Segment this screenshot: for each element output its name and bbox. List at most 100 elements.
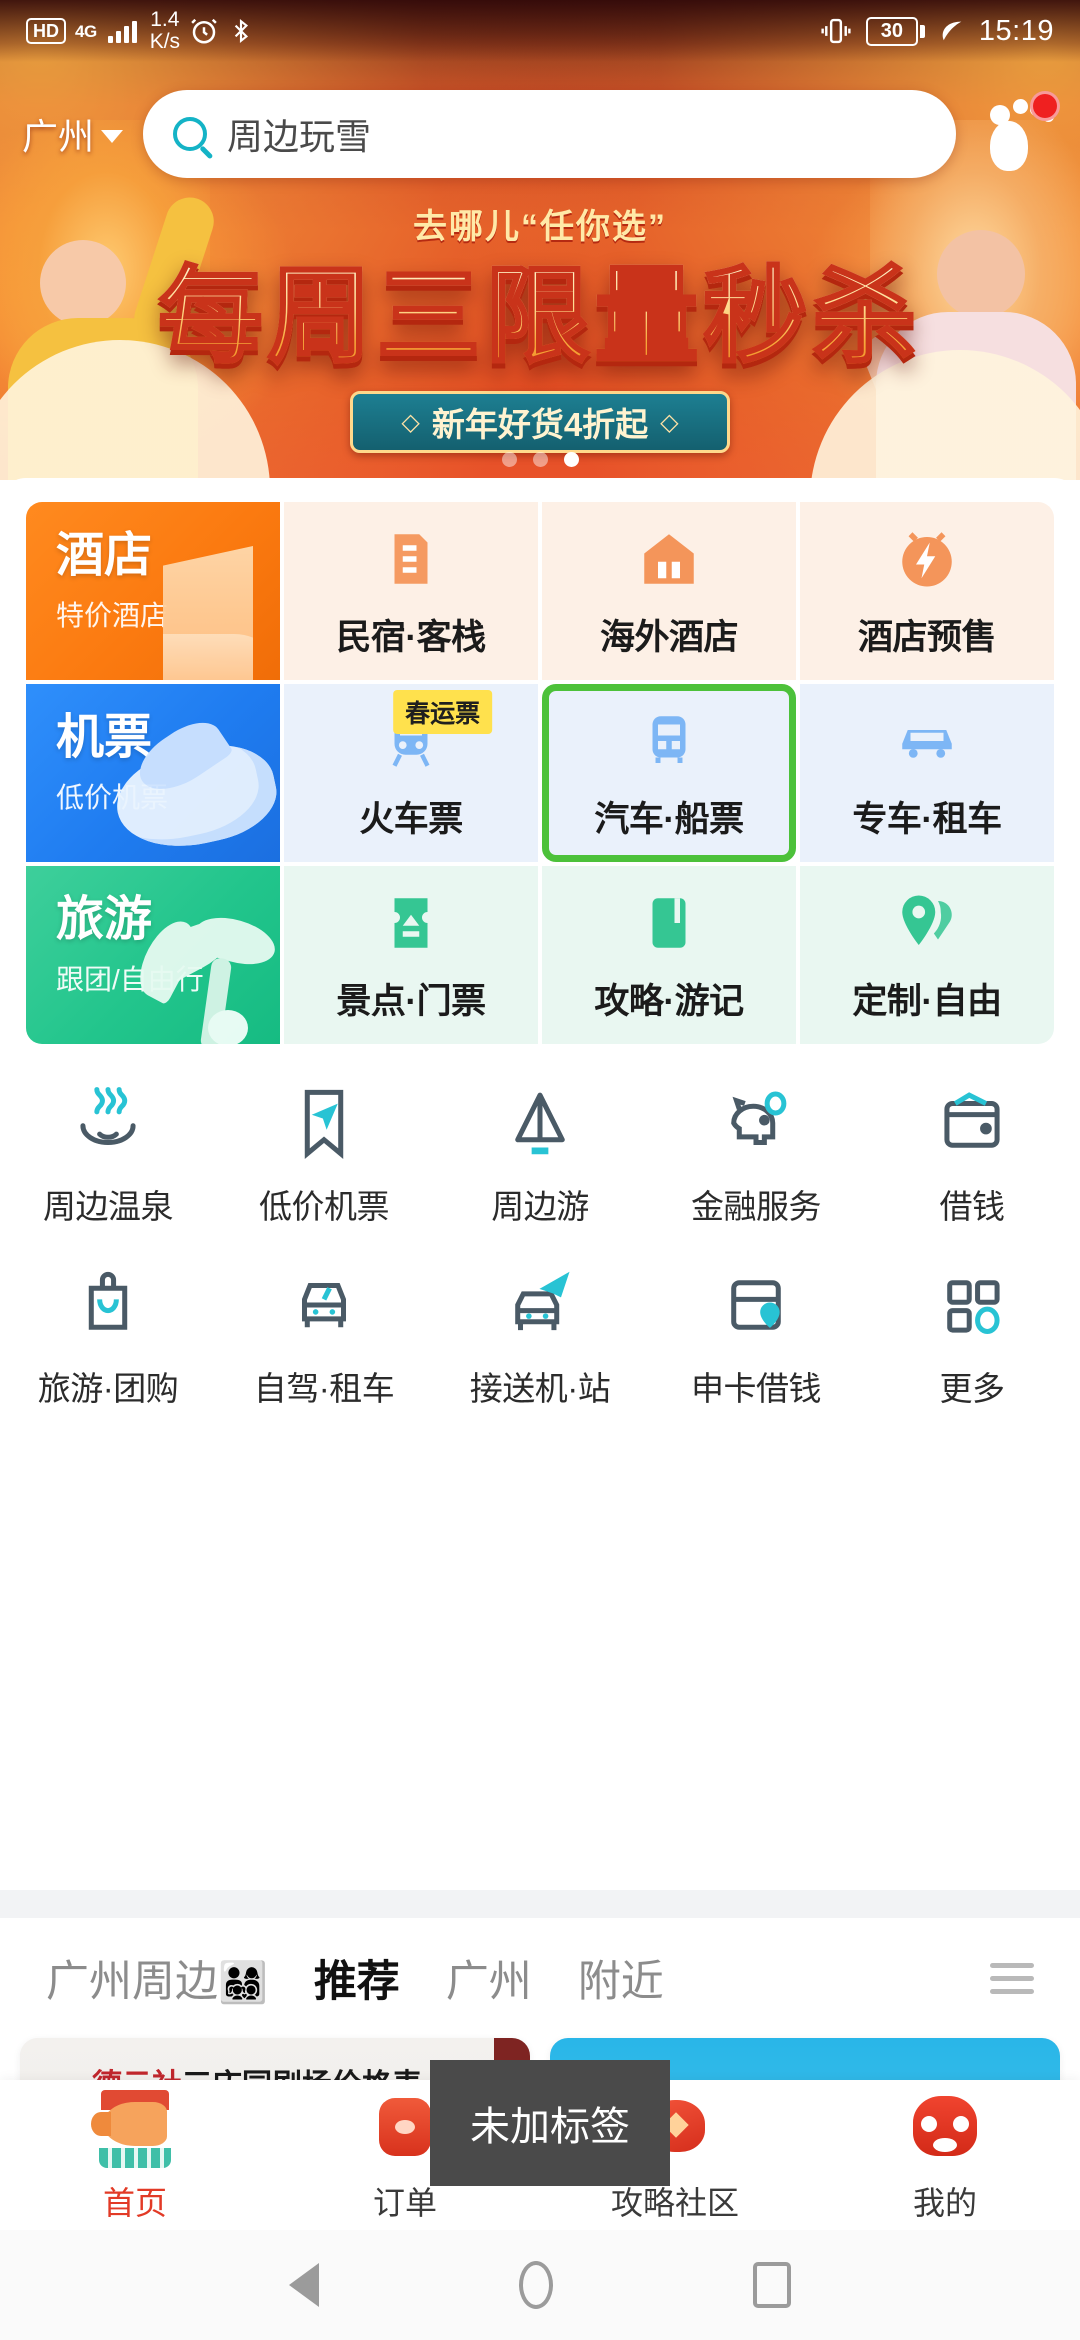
flash-sale-icon: [891, 523, 963, 595]
quick-link-more[interactable]: 更多: [864, 1266, 1080, 1410]
network-type: 4G: [75, 21, 97, 41]
car-icon: [891, 705, 963, 777]
grid-cell-train-ticket[interactable]: 春运票 火车票: [284, 684, 538, 862]
building-icon: [136, 546, 280, 680]
service-grid: 酒店 特价酒店 民宿·客栈 海外酒店 酒店预售 机票 低价机票 春运票 火车票 …: [26, 502, 1054, 1044]
airport-transfer-icon: [501, 1266, 579, 1344]
grid-cell-guide-travelogue[interactable]: 攻略·游记: [542, 866, 796, 1044]
rental-car-icon: [285, 1266, 363, 1344]
quick-link-label: 金融服务: [691, 1188, 822, 1225]
promo-banner[interactable]: 去哪儿“任你选” 每周三限量秒杀 ◇ 新年好货4折起 ◇: [0, 0, 1080, 480]
grid-cell-label: 汽车·船票: [594, 799, 744, 839]
grid-cell-bus-boat-ticket[interactable]: 汽车·船票: [542, 684, 796, 862]
recents-icon[interactable]: [753, 2262, 791, 2308]
banner-dot-1[interactable]: [501, 452, 517, 467]
home-icon[interactable]: [519, 2261, 553, 2309]
quick-link-label: 自驾·租车: [253, 1370, 395, 1407]
battery-indicator: 30: [865, 16, 925, 46]
back-icon[interactable]: [289, 2263, 319, 2307]
book-icon: [633, 887, 705, 959]
quick-link-financial-service[interactable]: 金融服务: [648, 1084, 864, 1228]
grid-cell-custom-free[interactable]: 定制·自由: [800, 866, 1054, 1044]
status-bar: HD 4G 1.4 K/s 30 15:19: [0, 0, 1080, 62]
signal-bars-icon: [107, 19, 137, 43]
bottom-nav-profile[interactable]: 我的: [810, 2086, 1080, 2224]
grid-cell-guesthouse[interactable]: 民宿·客栈: [284, 502, 538, 680]
data-rate-indicator: 1.4 K/s: [149, 7, 181, 53]
mountain-icon: [501, 1084, 579, 1162]
home-fish-icon: [89, 2086, 181, 2172]
content-sheet: 酒店 特价酒店 民宿·客栈 海外酒店 酒店预售 机票 低价机票 春运票 火车票 …: [0, 478, 1080, 2080]
app-screen: 去哪儿“任你选” 每周三限量秒杀 ◇ 新年好货4折起 ◇ HD 4G 1.4 K…: [0, 0, 1080, 2340]
palm-tree-icon: [129, 909, 280, 1044]
tab-guangzhou[interactable]: 广州: [446, 1947, 532, 2009]
quick-link-cheap-flight[interactable]: 低价机票: [216, 1084, 432, 1228]
quick-link-airport-transfer[interactable]: 接送机·站: [432, 1266, 648, 1410]
banner-text: 去哪儿“任你选” 每周三限量秒杀 ◇ 新年好货4折起 ◇: [0, 196, 1080, 454]
grid-cell-attraction-ticket[interactable]: 景点·门票: [284, 866, 538, 1044]
flight-bookmark-icon: [285, 1084, 363, 1162]
footprint-icon[interactable]: [972, 91, 1060, 177]
location-pin-icon: [891, 887, 963, 959]
hot-spring-icon: [69, 1084, 147, 1162]
banner-cta[interactable]: ◇ 新年好货4折起 ◇: [350, 391, 730, 454]
bottom-nav-home[interactable]: 首页: [0, 2086, 270, 2224]
train-badge: 春运票: [393, 690, 493, 734]
bluetooth-icon: [228, 16, 254, 46]
status-clock: 15:19: [978, 14, 1054, 47]
banner-pagination[interactable]: [0, 452, 1080, 467]
quick-link-label: 低价机票: [259, 1188, 390, 1225]
quick-link-hot-spring[interactable]: 周边温泉: [0, 1084, 216, 1228]
bus-icon: [633, 705, 705, 777]
grid-tile-flight[interactable]: 机票 低价机票: [26, 684, 280, 862]
grid-cell-label: 景点·门票: [336, 981, 486, 1021]
quick-link-nearby-tour[interactable]: 周边游: [432, 1084, 648, 1228]
chevron-down-icon: [101, 130, 124, 143]
tab-guangzhou-nearby[interactable]: 广州周边👨‍👩‍👧‍👦: [46, 1947, 268, 2009]
city-label: 广州: [22, 116, 95, 157]
search-query-text: 周边玩雪: [227, 116, 372, 157]
poster-title-red: 德云社: [92, 2069, 182, 2080]
quick-link-credit-card[interactable]: 申卡借钱: [648, 1266, 864, 1410]
grid-cell-label: 民宿·客栈: [336, 617, 486, 657]
wallet-icon: [933, 1084, 1011, 1162]
ticket-icon: [375, 887, 447, 959]
feed-tab-bar: 广州周边👨‍👩‍👧‍👦 推荐 广州 附近: [0, 1918, 1080, 2038]
quick-link-label: 更多: [939, 1370, 1006, 1407]
piggy-bank-icon: [717, 1084, 795, 1162]
grid-cell-overseas-hotel[interactable]: 海外酒店: [542, 502, 796, 680]
quick-link-borrow-money[interactable]: 借钱: [864, 1084, 1080, 1228]
grid-tile-hotel[interactable]: 酒店 特价酒店: [26, 502, 280, 680]
banner-dot-2[interactable]: [532, 452, 548, 467]
quick-link-selfdrive-rental[interactable]: 自驾·租车: [216, 1266, 432, 1410]
search-header: 广州 周边玩雪: [0, 84, 1080, 184]
tab-recommend[interactable]: 推荐: [307, 1947, 406, 2009]
grid-cell-label: 火车票: [359, 799, 463, 839]
tab-label: 附近: [577, 1958, 664, 2006]
grid-cell-chauffeur-rental[interactable]: 专车·租车: [800, 684, 1054, 862]
search-input[interactable]: 周边玩雪: [143, 90, 956, 178]
poster-title: 德云社三庆园剧场价格表: [20, 2060, 494, 2080]
banner-cta-label: 新年好货4折起: [431, 406, 649, 444]
quick-link-label: 接送机·站: [469, 1370, 611, 1407]
city-selector[interactable]: 广州: [22, 108, 124, 160]
hamburger-menu-icon[interactable]: [990, 1955, 1034, 2002]
quick-link-tour-groupbuy[interactable]: 旅游·团购: [0, 1266, 216, 1410]
tab-label: 广州周边: [46, 1958, 218, 2006]
shopping-bag-icon: [69, 1266, 147, 1344]
grid-cell-label: 海外酒店: [599, 617, 739, 657]
banner-title: 每周三限量秒杀: [0, 259, 1080, 375]
grid-tile-tour[interactable]: 旅游 跟团/自由行: [26, 866, 280, 1044]
leaf-icon: [938, 17, 966, 45]
section-divider: [0, 1890, 1080, 1918]
airplane-icon: [107, 732, 280, 860]
grid-cell-hotel-presale[interactable]: 酒店预售: [800, 502, 1054, 680]
tab-nearby[interactable]: 附近: [578, 1947, 664, 2009]
overseas-hotel-icon: [633, 523, 705, 595]
banner-dot-3[interactable]: [563, 452, 579, 467]
search-icon: [173, 117, 208, 151]
alarm-clock-icon: [189, 16, 219, 46]
grid-cell-label: 专车·租车: [852, 799, 1002, 839]
quick-link-label: 借钱: [939, 1188, 1006, 1225]
bottom-nav-label: 首页: [102, 2185, 167, 2221]
